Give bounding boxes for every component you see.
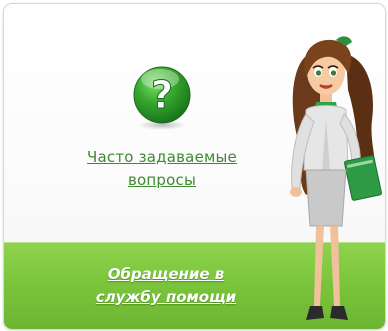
support-request-link[interactable]: Обращение в службу помощи: [46, 263, 286, 309]
faq-link-line2: вопросы: [127, 171, 196, 189]
support-link-line1: Обращение в: [107, 265, 225, 283]
question-mark-icon[interactable]: ?: [127, 62, 197, 132]
assistant-girl-illustration: [290, 36, 382, 320]
svg-text:?: ?: [151, 73, 173, 117]
faq-block: ? Часто задаваемые вопросы: [52, 62, 272, 192]
help-widget: ? Часто задаваемые вопросы Обращение в с…: [3, 3, 386, 330]
support-link-line2: службу помощи: [95, 288, 237, 306]
faq-link-line1: Часто задаваемые: [87, 148, 237, 166]
faq-link[interactable]: Часто задаваемые вопросы: [87, 146, 237, 192]
